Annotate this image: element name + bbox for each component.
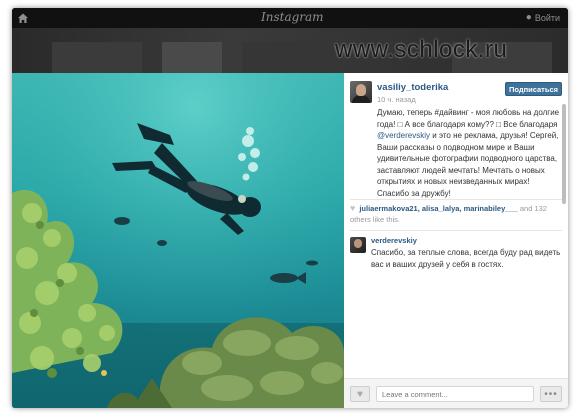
comment-avatar[interactable] (350, 237, 366, 253)
sign-in-link[interactable]: ● Войти (526, 12, 560, 23)
comment-bar: ♥ ••• (344, 378, 568, 408)
likes-summary: ♥ juliaermakova21, alisa_lalya, marinabil… (350, 203, 560, 225)
heart-icon: ♥ (350, 203, 356, 213)
divider (350, 230, 562, 231)
post-caption: Думаю, теперь #дайвинг - моя любовь на д… (377, 107, 560, 199)
divider (350, 199, 562, 200)
avatar[interactable] (350, 81, 372, 103)
top-navigation-bar: Instagram ● Войти (12, 8, 568, 28)
heart-icon: ♥ (357, 388, 363, 400)
post-time: 10 ч. назад (377, 95, 416, 104)
more-options-button[interactable]: ••• (540, 386, 562, 402)
instagram-logo[interactable]: Instagram (261, 10, 324, 24)
comment-username[interactable]: verderevskiy (371, 236, 417, 245)
like-button[interactable]: ♥ (350, 386, 370, 402)
underwater-scene-image (12, 73, 344, 408)
post-username[interactable]: vasiliy_toderika (377, 82, 448, 93)
caption-text: А все благодаря кому?? (402, 119, 497, 129)
comment-input[interactable] (376, 386, 534, 402)
caption-scrollbar[interactable] (562, 104, 566, 204)
photo-lightbox: Instagram ● Войти www.schlock.ru vasiliy… (12, 8, 568, 408)
user-icon: ● (525, 12, 532, 23)
comment-text: Спасибо, за теплые слова, всегда буду ра… (371, 248, 561, 269)
caption-text: Все благодаря (501, 119, 558, 129)
follow-button[interactable]: Подписаться (505, 82, 562, 96)
watermark-text: www.schlock.ru (335, 36, 508, 63)
sign-in-label: Войти (534, 12, 560, 23)
likers-list[interactable]: juliaermakova21, alisa_lalya, marinabile… (359, 204, 517, 213)
post-photo (12, 73, 344, 408)
caption-text: и это не реклама, друзья! Сергей, Ваши р… (377, 131, 559, 198)
post-details-panel: vasiliy_toderika 10 ч. назад Подписаться… (344, 73, 568, 408)
home-icon[interactable] (16, 11, 30, 25)
caption-mention-link[interactable]: @verderevskiy (377, 131, 430, 140)
